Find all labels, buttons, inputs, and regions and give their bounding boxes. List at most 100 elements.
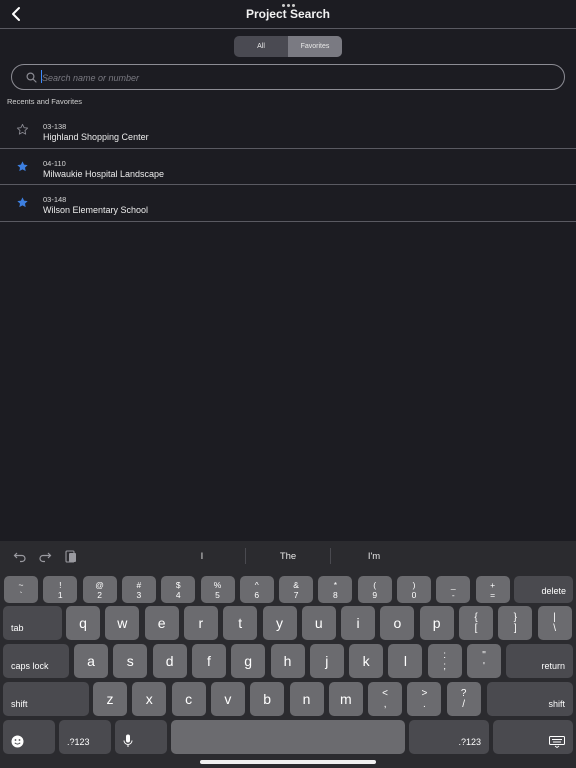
search-icon <box>26 72 37 83</box>
numbers-mode-key-right[interactable]: .?123 <box>409 720 489 754</box>
key-symbol[interactable]: <, <box>368 682 403 716</box>
key-symbol[interactable]: " ' <box>467 644 501 678</box>
key-j[interactable]: j <box>309 644 344 678</box>
key-number[interactable]: (9 <box>357 576 392 603</box>
tab-key[interactable]: tab <box>3 606 62 640</box>
search-field[interactable] <box>11 64 565 90</box>
suggestion-2[interactable]: The <box>248 551 328 562</box>
suggestion-bar: I The I'm <box>0 541 576 571</box>
key-symbol[interactable]: ? / <box>446 682 481 716</box>
delete-key[interactable]: delete <box>514 576 573 603</box>
key-lower-char: [ <box>474 623 478 634</box>
key-number[interactable]: & 7 <box>279 576 314 603</box>
key-u[interactable]: u <box>301 606 336 640</box>
key-number[interactable]: $4 <box>161 576 196 603</box>
key-o[interactable]: o <box>380 606 415 640</box>
project-list: 03-138 Highland Shopping Center 04-110 M… <box>0 112 576 222</box>
key-number[interactable]: ) 0 <box>397 576 431 603</box>
key-number[interactable]: ^ 6 <box>239 576 274 603</box>
key-w[interactable]: w <box>105 606 140 640</box>
key-upper-char: | <box>553 612 556 623</box>
key-e[interactable]: e <box>144 606 179 640</box>
search-input[interactable] <box>42 68 542 87</box>
key-lower-char: - <box>451 589 455 600</box>
key-upper-char: ~ <box>18 579 24 590</box>
key-b[interactable]: b <box>250 682 285 716</box>
key-upper-char: { <box>474 612 478 623</box>
key-number[interactable]: #3 <box>121 576 156 603</box>
shift-left-key[interactable]: shift <box>3 682 89 716</box>
key-symbol[interactable]: :; <box>427 644 462 678</box>
key-lower-char: 2 <box>97 589 102 600</box>
project-name: Milwaukie Hospital Landscape <box>43 168 165 179</box>
star-outline-icon[interactable] <box>16 123 29 136</box>
key-number[interactable]: + = <box>475 576 510 603</box>
key-upper-char: ^ <box>254 579 259 590</box>
key-symbol[interactable]: >. <box>407 682 442 716</box>
key-k[interactable]: k <box>349 644 384 678</box>
key-a[interactable]: a <box>74 644 108 678</box>
key-lower-char: ; <box>443 661 447 672</box>
key-r[interactable]: r <box>183 606 218 640</box>
segment-all[interactable]: All <box>234 36 288 57</box>
emoji-key[interactable] <box>3 720 55 754</box>
numbers-mode-key-left[interactable]: .?123 <box>59 720 111 754</box>
key-s[interactable]: s <box>113 644 148 678</box>
space-key[interactable] <box>171 720 405 754</box>
key-z[interactable]: z <box>93 682 127 716</box>
key-p[interactable]: p <box>419 606 454 640</box>
key-number[interactable]: @2 <box>82 576 117 603</box>
key-number[interactable]: % 5 <box>200 576 235 603</box>
project-number: 03-148 <box>43 195 67 204</box>
key-l[interactable]: l <box>388 644 423 678</box>
list-item[interactable]: 04-110 Milwaukie Hospital Landscape <box>0 149 576 185</box>
segment-favorites[interactable]: Favorites <box>288 36 342 57</box>
key-h[interactable]: h <box>270 644 305 678</box>
key-m[interactable]: m <box>328 682 363 716</box>
key-x[interactable]: x <box>132 682 167 716</box>
key-f[interactable]: f <box>191 644 226 678</box>
key-number[interactable]: _ - <box>436 576 471 603</box>
section-label: Recents and Favorites <box>7 97 83 106</box>
return-key[interactable]: return <box>506 644 573 678</box>
key-number[interactable]: ~ ` <box>4 576 38 603</box>
list-item[interactable]: 03-148 Wilson Elementary School <box>0 185 576 222</box>
suggestion-1[interactable]: I <box>162 551 242 562</box>
home-indicator <box>200 760 376 764</box>
key-number[interactable]: * 8 <box>318 576 353 603</box>
key-t[interactable]: t <box>223 606 258 640</box>
redo-icon[interactable] <box>38 549 52 563</box>
key-upper-char: } <box>513 612 517 623</box>
key-lower-char: / <box>462 699 466 710</box>
star-filled-icon[interactable] <box>16 160 29 173</box>
suggestion-divider <box>330 548 331 564</box>
key-symbol[interactable]: | \ <box>537 606 572 640</box>
suggestion-divider <box>245 548 246 564</box>
key-lower-char: 4 <box>175 589 181 600</box>
dictation-key[interactable] <box>115 720 167 754</box>
paste-icon[interactable] <box>64 549 78 563</box>
key-lower-char: 5 <box>215 589 220 600</box>
key-number[interactable]: ! 1 <box>43 576 78 603</box>
list-item[interactable]: 03-138 Highland Shopping Center <box>0 112 576 149</box>
key-symbol[interactable]: }] <box>498 606 533 640</box>
key-i[interactable]: i <box>341 606 376 640</box>
suggestion-3[interactable]: I'm <box>334 551 414 562</box>
keyboard-dismiss-icon <box>549 736 565 748</box>
key-v[interactable]: v <box>210 682 245 716</box>
key-upper-char: & <box>293 579 299 590</box>
caps-lock-key[interactable]: caps lock <box>3 644 69 678</box>
key-g[interactable]: g <box>231 644 266 678</box>
key-n[interactable]: n <box>289 682 324 716</box>
key-upper-char: ( <box>373 579 377 590</box>
undo-icon[interactable] <box>13 549 27 563</box>
star-filled-icon[interactable] <box>16 196 29 209</box>
shift-right-key[interactable]: shift <box>487 682 573 716</box>
key-q[interactable]: q <box>66 606 100 640</box>
key-lower-char: . <box>423 699 426 710</box>
key-y[interactable]: y <box>262 606 297 640</box>
key-d[interactable]: d <box>152 644 187 678</box>
key-symbol[interactable]: {[ <box>459 606 493 640</box>
keyboard-dismiss-key[interactable] <box>493 720 573 754</box>
key-c[interactable]: c <box>171 682 206 716</box>
